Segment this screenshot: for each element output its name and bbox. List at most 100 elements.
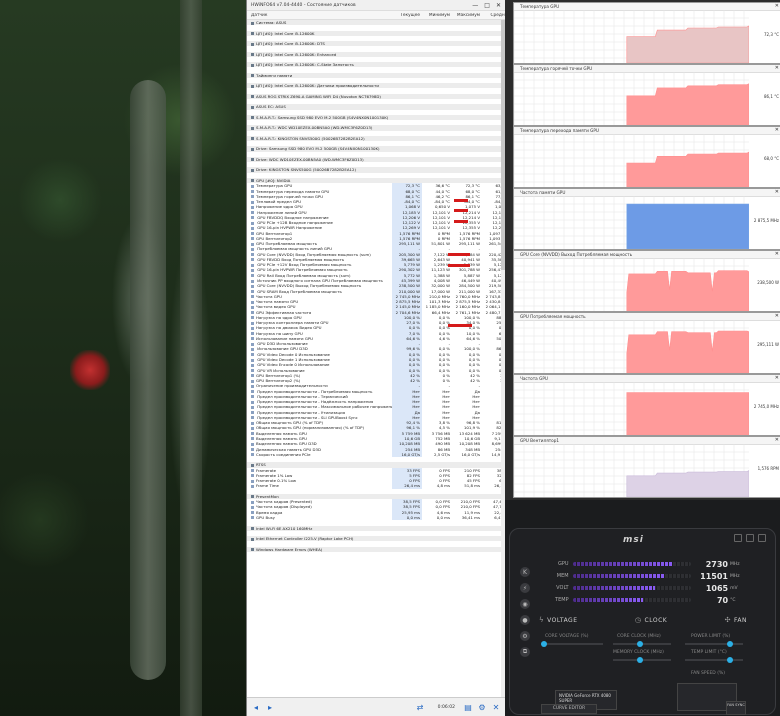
- expand-icon[interactable]: [251, 116, 254, 120]
- graph-panel[interactable]: GPU Потребляемая мощность ✕ 295,111 W: [513, 312, 780, 374]
- sensor-name-text: Нагрузка на шину GPU: [256, 330, 303, 336]
- msi-temp-bar: [572, 598, 691, 602]
- expand-icon[interactable]: [251, 147, 254, 151]
- expand-icon[interactable]: [251, 168, 254, 172]
- sensor-icon: [251, 216, 254, 220]
- sensor-icon: [251, 448, 254, 452]
- msi-oc-scanner-icon[interactable]: ⚡: [520, 583, 530, 593]
- graph-close-icon[interactable]: ✕: [775, 251, 780, 258]
- graph-close-icon[interactable]: ✕: [775, 189, 780, 196]
- graph-current-value: 2 745,0 MHz: [753, 404, 779, 409]
- expand-icon[interactable]: [251, 179, 254, 183]
- temp-limit-slider[interactable]: [685, 657, 743, 663]
- expand-icon[interactable]: [251, 137, 254, 141]
- graph-area: [626, 270, 749, 311]
- graph-panel[interactable]: Температура горячей точки GPU ✕ 86,1 °C: [513, 64, 780, 126]
- report-icon[interactable]: ▤: [463, 702, 473, 712]
- graph-panel[interactable]: Температура перехода памяти GPU ✕ 68,0 °C: [513, 126, 780, 188]
- sensor-name-text: ASUS ROG STRIX Z690-A GAMING WIFI D4 (Nu…: [256, 93, 381, 99]
- expand-icon[interactable]: [251, 158, 254, 162]
- network-icon[interactable]: ⇄: [415, 702, 425, 712]
- col-header-max[interactable]: Максимум: [452, 13, 482, 18]
- graph-axis: 295,111 W: [749, 320, 780, 373]
- msi-settings-icon[interactable]: ⚙: [520, 631, 530, 641]
- graph-close-icon[interactable]: ✕: [775, 437, 780, 444]
- sensor-icon: [251, 305, 254, 309]
- sensor-name-text: GPU VR Использование: [256, 367, 305, 373]
- graph-close-icon[interactable]: ✕: [775, 127, 780, 134]
- col-header-min[interactable]: Минимум: [422, 13, 452, 18]
- col-header-current[interactable]: Текущее: [392, 13, 422, 18]
- expand-icon[interactable]: [251, 537, 254, 541]
- settings-icon[interactable]: ⚙: [477, 702, 487, 712]
- graph-panel[interactable]: Частота памяти GPU ✕ 2 875,5 MHz: [513, 188, 780, 250]
- expand-icon[interactable]: [251, 527, 254, 530]
- expand-icon[interactable]: [251, 32, 254, 36]
- graph-area: [626, 83, 749, 125]
- expand-icon[interactable]: [251, 95, 254, 99]
- close-button[interactable]: ✕: [496, 2, 501, 9]
- sensor-icon: [251, 311, 254, 315]
- graph-panel[interactable]: Частота GPU ✕ 2 745,0 MHz: [513, 374, 780, 436]
- msi-monitor-icon[interactable]: ◉: [520, 599, 530, 609]
- expand-icon[interactable]: [251, 84, 254, 88]
- msi-expand-icon[interactable]: [746, 534, 754, 542]
- expand-icon[interactable]: [251, 126, 254, 130]
- core-voltage-slider[interactable]: [541, 641, 603, 647]
- minimize-button[interactable]: —: [472, 2, 478, 9]
- sensor-icon: [251, 442, 254, 446]
- power-limit-slider[interactable]: [685, 641, 743, 647]
- sensor-icon: [251, 469, 254, 473]
- col-header-sensor[interactable]: Датчик: [247, 13, 392, 18]
- sensor-current: 0,0 ms: [392, 514, 422, 521]
- msi-close-icon[interactable]: [758, 534, 766, 542]
- graph-panel[interactable]: GPU Core (NVVDD) Выход Потребляемая мощн…: [513, 250, 780, 312]
- expand-icon[interactable]: [251, 548, 254, 552]
- sensor-name-text: GPU PCIe +12V Вход Потребляемая мощность: [256, 262, 352, 268]
- expand-icon[interactable]: [251, 42, 254, 46]
- expand-icon[interactable]: [251, 105, 254, 109]
- graph-close-icon[interactable]: ✕: [775, 65, 780, 72]
- expand-icon[interactable]: [251, 21, 254, 25]
- graph-close-icon[interactable]: ✕: [775, 3, 780, 10]
- close-x-icon[interactable]: ✕: [491, 702, 501, 712]
- expand-icon[interactable]: [251, 495, 254, 499]
- sensor-max: 51,8 ms: [464, 483, 480, 489]
- sensor-icon: [251, 474, 254, 478]
- core-clock-slider[interactable]: [613, 641, 671, 647]
- graph-close-icon[interactable]: ✕: [775, 313, 780, 320]
- sensor-group-row[interactable]: Windows Hardware Errors (WHEA): [247, 546, 501, 552]
- graph-panel[interactable]: Температура GPU ✕ 72,3 °C: [513, 2, 780, 64]
- expand-icon[interactable]: [251, 463, 254, 467]
- sensor-min: 0,0 ms: [436, 514, 450, 520]
- memory-clock-slider[interactable]: [613, 657, 671, 663]
- msi-record-icon[interactable]: ●: [520, 615, 530, 625]
- expand-icon[interactable]: [251, 74, 254, 78]
- sensor-name-text: S.M.A.R.T.: KINGSTON SNVS500G (50026B728…: [256, 135, 365, 141]
- fan-sync-button[interactable]: FAN SYNC: [726, 701, 746, 715]
- sensor-icon: [251, 384, 254, 388]
- curve-editor-button[interactable]: CURVE EDITOR: [541, 704, 597, 714]
- msi-minimize-icon[interactable]: [734, 534, 742, 542]
- tab-clock[interactable]: ◷ CLOCK: [635, 616, 667, 624]
- sensor-avg: 6,47 ms: [494, 514, 501, 520]
- sensor-icon: [251, 300, 254, 304]
- msi-info-icon[interactable]: ⧉: [520, 647, 530, 657]
- sensor-icon: [251, 342, 254, 346]
- msi-logo: msi: [623, 535, 644, 545]
- tab-voltage[interactable]: ϟ VOLTAGE: [539, 616, 578, 624]
- msi-mem-row: MEM 11501 MHz: [543, 570, 740, 582]
- sensor-name-text: Использование памяти GPU: [256, 335, 314, 341]
- sensor-name-text: Intel Ethernet Controller I225-V (Raptor…: [256, 536, 354, 542]
- tab-fan[interactable]: ✣ FAN: [725, 616, 747, 624]
- maximize-button[interactable]: □: [484, 2, 490, 9]
- sensor-name-text: Частота GPU: [256, 293, 282, 299]
- graph-close-icon[interactable]: ✕: [775, 375, 780, 382]
- sensor-name-text: GPU FBVDDQ Входное напряжение: [256, 214, 329, 220]
- expand-icon[interactable]: [251, 53, 254, 57]
- expand-icon[interactable]: [251, 63, 254, 67]
- msi-kombustor-icon[interactable]: K: [520, 567, 530, 577]
- forward-arrow-icon[interactable]: ▸: [265, 702, 275, 712]
- back-arrow-icon[interactable]: ◂: [251, 702, 261, 712]
- graph-panel[interactable]: GPU Вентилятор1 ✕ 1,576 RPM: [513, 436, 780, 498]
